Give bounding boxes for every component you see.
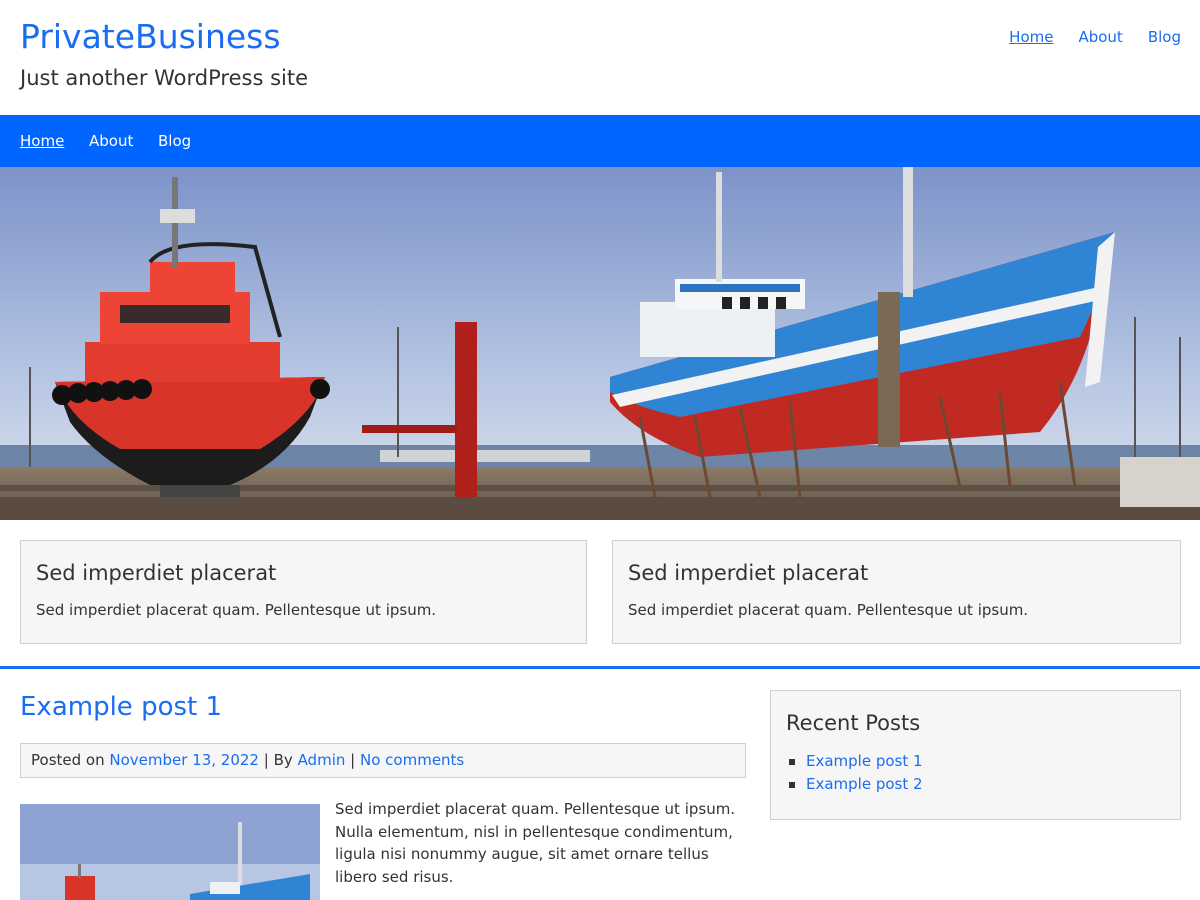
recent-post-link[interactable]: Example post 1	[806, 752, 923, 770]
post-comments-link[interactable]: No comments	[360, 751, 464, 769]
post-by-label: By	[273, 751, 293, 769]
widget-title: Recent Posts	[786, 711, 921, 735]
top-nav-home-link[interactable]: Home	[1009, 27, 1053, 47]
site-tagline: Just another WordPress site	[20, 66, 309, 90]
recent-posts-widget: Recent Posts Example post 1 Example post…	[770, 690, 1181, 820]
post-excerpt: Sed imperdiet placerat quam. Pellentesqu…	[335, 800, 736, 886]
section-divider	[0, 666, 1200, 669]
feature-text: Sed imperdiet placerat quam. Pellentesqu…	[36, 601, 437, 619]
main-nav-blog-link[interactable]: Blog	[158, 131, 191, 151]
feature-box-1: Sed imperdiet placerat Sed imperdiet pla…	[20, 540, 587, 644]
top-nav-about-link[interactable]: About	[1078, 27, 1122, 47]
feature-title: Sed imperdiet placerat	[36, 561, 277, 585]
bullet-icon	[789, 759, 795, 765]
site-header: PrivateBusiness Just another WordPress s…	[0, 0, 1200, 115]
list-item: Example post 2	[789, 773, 923, 796]
hero-boats-illustration	[0, 167, 1200, 520]
top-nav-blog-link[interactable]: Blog	[1148, 27, 1181, 47]
meta-separator: |	[263, 751, 269, 769]
post-title-link[interactable]: Example post 1	[20, 690, 222, 724]
site-title[interactable]: PrivateBusiness	[20, 16, 281, 58]
post-thumbnail[interactable]	[20, 804, 320, 900]
meta-separator: |	[350, 751, 356, 769]
feature-title: Sed imperdiet placerat	[628, 561, 869, 585]
recent-post-link[interactable]: Example post 2	[806, 775, 923, 793]
hero-image	[0, 167, 1200, 520]
recent-posts-list: Example post 1 Example post 2	[789, 750, 923, 796]
post-date-link[interactable]: November 13, 2022	[109, 751, 259, 769]
main-nav-about-link[interactable]: About	[89, 131, 133, 151]
main-nav-home-link[interactable]: Home	[20, 131, 64, 151]
list-item: Example post 1	[789, 750, 923, 773]
post-author-link[interactable]: Admin	[298, 751, 346, 769]
bullet-icon	[789, 782, 795, 788]
feature-text: Sed imperdiet placerat quam. Pellentesqu…	[628, 601, 1029, 619]
feature-box-2: Sed imperdiet placerat Sed imperdiet pla…	[612, 540, 1181, 644]
top-nav: Home About Blog	[984, 27, 1181, 47]
post-meta: Posted on November 13, 2022 | By Admin |…	[20, 743, 746, 778]
post-meta-prefix: Posted on	[31, 751, 105, 769]
main-nav: Home About Blog	[0, 115, 1200, 167]
post-thumbnail-illustration	[20, 804, 320, 900]
